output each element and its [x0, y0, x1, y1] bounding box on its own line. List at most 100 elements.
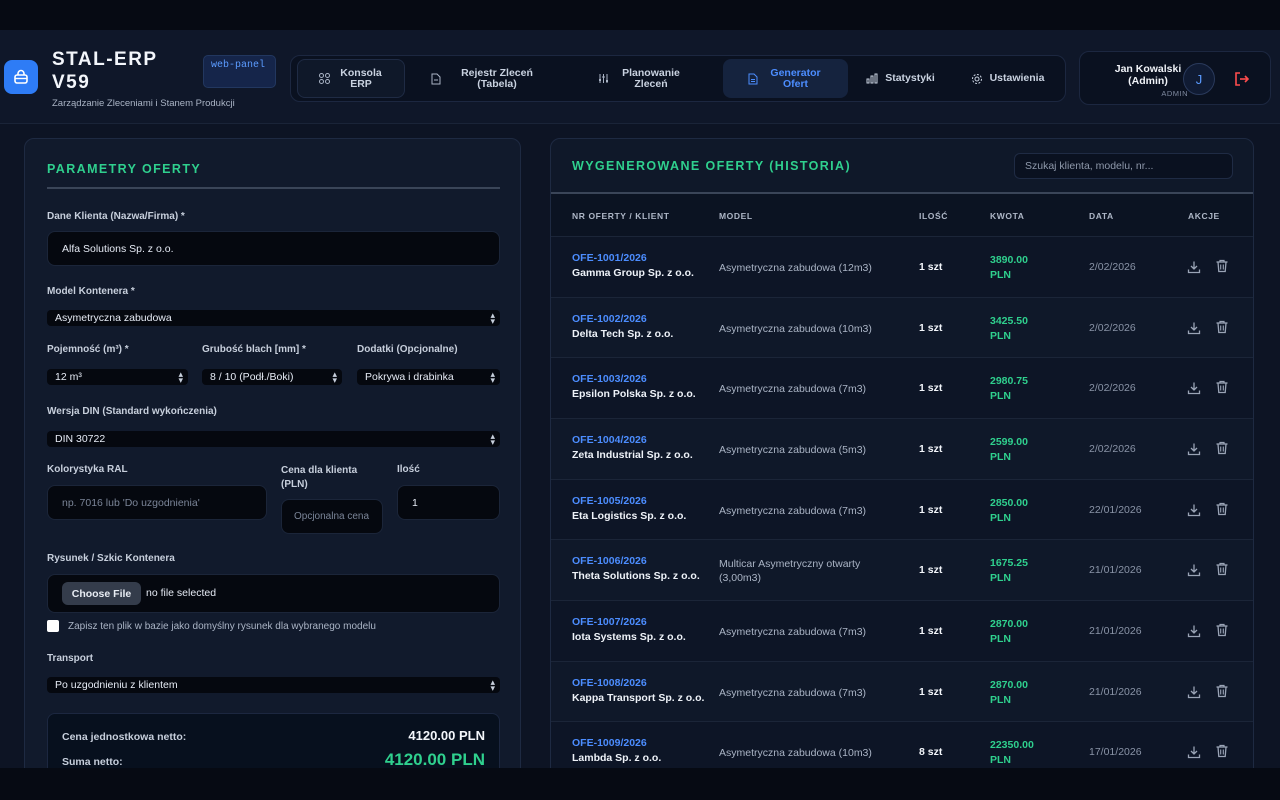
nav-ustawienia[interactable]: Ustawienia	[961, 59, 1053, 98]
thickness-select[interactable]: 8 / 10 (Podł./Boki) ▴ ▾	[202, 369, 342, 385]
user-name: Jan Kowalski (Admin)	[1114, 63, 1182, 87]
offer-id-link[interactable]: OFE-1001/2026	[572, 252, 694, 264]
qty-cell: 1 szt	[919, 686, 943, 698]
app-subtitle: Zarządzanie Zleceniami i Stanem Produkcj…	[52, 98, 235, 109]
table-row[interactable]: OFE-1006/2026 Theta Solutions Sp. z o.o.…	[551, 539, 1253, 600]
table-row[interactable]: OFE-1002/2026 Delta Tech Sp. z o.o. Asym…	[551, 297, 1253, 358]
save-default-checkbox[interactable]	[47, 620, 59, 632]
download-icon[interactable]	[1187, 381, 1201, 395]
date-cell: 17/01/2026	[1089, 746, 1142, 758]
nav-generator-ofert[interactable]: Generator Ofert	[723, 59, 848, 98]
nav-rejestr-zlecen[interactable]: Rejestr Zleceń (Tabela)	[417, 59, 557, 98]
transport-select[interactable]: Po uzgodnieniu z klientem ▴ ▾	[47, 677, 500, 693]
table-row[interactable]: OFE-1003/2026 Epsilon Polska Sp. z o.o. …	[551, 357, 1253, 418]
nav-label: Ustawienia	[989, 72, 1045, 84]
amount-value: 2870.00	[990, 618, 1028, 630]
amount-currency: PLN	[990, 633, 1011, 645]
user-panel: Jan Kowalski (Admin) ADMIN J	[1079, 51, 1271, 105]
select-caret-icon: ▴ ▾	[332, 369, 337, 385]
offer-id-link[interactable]: OFE-1002/2026	[572, 313, 673, 325]
panel-title: PARAMETRY OFERTY	[47, 162, 202, 176]
ral-input[interactable]: np. 7016 lub 'Do uzgodnienia'	[47, 485, 267, 520]
grid-icon	[317, 72, 331, 86]
table-row[interactable]: OFE-1001/2026 Gamma Group Sp. z o.o. Asy…	[551, 236, 1253, 297]
table-row[interactable]: OFE-1004/2026 Zeta Industrial Sp. z o.o.…	[551, 418, 1253, 479]
trash-icon[interactable]	[1215, 259, 1229, 273]
client-name: Delta Tech Sp. z o.o.	[572, 328, 674, 340]
trash-icon[interactable]	[1215, 380, 1229, 394]
qty-input[interactable]: 1	[397, 485, 500, 520]
download-icon[interactable]	[1187, 260, 1201, 274]
amount-value: 2599.00	[990, 436, 1028, 448]
amount-currency: PLN	[990, 269, 1011, 281]
avatar[interactable]: J	[1183, 63, 1215, 95]
amount-value: 3425.50	[990, 315, 1028, 327]
price-input[interactable]: Opcjonalna cena	[281, 499, 383, 534]
trash-icon[interactable]	[1215, 562, 1229, 576]
nav-planowanie-zlecen[interactable]: Planowanie Zleceń	[581, 59, 701, 98]
logout-icon[interactable]	[1233, 70, 1251, 88]
client-name: Gamma Group Sp. z o.o.	[572, 267, 694, 279]
client-input[interactable]: Alfa Solutions Sp. z o.o.	[47, 231, 500, 266]
offer-id-link[interactable]: OFE-1006/2026	[572, 555, 700, 567]
history-title: WYGENEROWANE OFERTY (HISTORIA)	[572, 159, 852, 173]
web-panel-badge: web-panel	[203, 55, 276, 88]
logo[interactable]	[4, 60, 38, 94]
offer-id-link[interactable]: OFE-1009/2026	[572, 737, 661, 749]
model-cell: Asymetryczna zabudowa (7m3)	[719, 687, 867, 699]
trash-icon[interactable]	[1215, 441, 1229, 455]
table-row[interactable]: OFE-1007/2026 Iota Systems Sp. z o.o. As…	[551, 600, 1253, 661]
date-cell: 2/02/2026	[1089, 261, 1136, 273]
choose-file-button[interactable]: Choose File	[62, 582, 141, 605]
search-input[interactable]: Szukaj klienta, modelu, nr...	[1014, 153, 1233, 179]
col-header-offer[interactable]: NR OFERTY / KLIENT	[572, 211, 670, 221]
col-header-qty[interactable]: ILOŚĆ	[919, 211, 948, 221]
model-cell: Asymetryczna zabudowa (7m3)	[719, 626, 867, 638]
trash-icon[interactable]	[1215, 502, 1229, 516]
download-icon[interactable]	[1187, 503, 1201, 517]
col-header-date[interactable]: DATA	[1089, 211, 1114, 221]
table-row[interactable]: OFE-1009/2026 Lambda Sp. z o.o. Asymetry…	[551, 721, 1253, 768]
trash-icon[interactable]	[1215, 623, 1229, 637]
addons-select[interactable]: Pokrywa i drabinka ▴ ▾	[357, 369, 500, 385]
download-icon[interactable]	[1187, 321, 1201, 335]
offer-id-link[interactable]: OFE-1004/2026	[572, 434, 693, 446]
table-row[interactable]: OFE-1005/2026 Eta Logistics Sp. z o.o. A…	[551, 479, 1253, 540]
select-caret-icon: ▴ ▾	[490, 310, 495, 326]
select-caret-icon: ▴ ▾	[490, 677, 495, 693]
col-header-model[interactable]: MODEL	[719, 211, 753, 221]
price-label: Cena dla klienta (PLN)	[281, 465, 358, 490]
ral-label: Kolorystyka RAL	[47, 464, 128, 475]
nav-konsola-erp[interactable]: Konsola ERP	[297, 59, 405, 98]
capacity-select[interactable]: 12 m³ ▴ ▾	[47, 369, 188, 385]
qty-cell: 1 szt	[919, 322, 943, 334]
offer-id-link[interactable]: OFE-1003/2026	[572, 373, 696, 385]
trash-icon[interactable]	[1215, 684, 1229, 698]
amount-value: 22350.00	[990, 739, 1034, 751]
offer-id-link[interactable]: OFE-1008/2026	[572, 677, 704, 689]
offer-id-link[interactable]: OFE-1005/2026	[572, 495, 686, 507]
trash-icon[interactable]	[1215, 744, 1229, 758]
nav-label: Generator Ofert	[770, 66, 821, 90]
amount-value: 3890.00	[990, 254, 1028, 266]
download-icon[interactable]	[1187, 442, 1201, 456]
download-icon[interactable]	[1187, 745, 1201, 759]
qty-cell: 1 szt	[919, 564, 943, 576]
qty-cell: 1 szt	[919, 625, 943, 637]
download-icon[interactable]	[1187, 563, 1201, 577]
col-header-actions: AKCJE	[1188, 211, 1220, 221]
trash-icon[interactable]	[1215, 320, 1229, 334]
col-header-amount[interactable]: KWOTA	[990, 211, 1024, 221]
nav-statystyki[interactable]: Statystyki	[857, 59, 943, 98]
user-role: ADMIN	[1161, 89, 1188, 98]
offer-id-link[interactable]: OFE-1007/2026	[572, 616, 686, 628]
download-icon[interactable]	[1187, 624, 1201, 638]
transport-label: Transport	[47, 653, 94, 664]
nav-label: Planowanie Zleceń	[622, 66, 680, 90]
din-select[interactable]: DIN 30722 ▴ ▾	[47, 431, 500, 447]
download-icon[interactable]	[1187, 685, 1201, 699]
date-cell: 2/02/2026	[1089, 382, 1136, 394]
model-select[interactable]: Asymetryczna zabudowa ▴ ▾	[47, 310, 500, 326]
table-row[interactable]: OFE-1008/2026 Kappa Transport Sp. z o.o.…	[551, 661, 1253, 722]
client-name: Zeta Industrial Sp. z o.o.	[572, 449, 693, 461]
